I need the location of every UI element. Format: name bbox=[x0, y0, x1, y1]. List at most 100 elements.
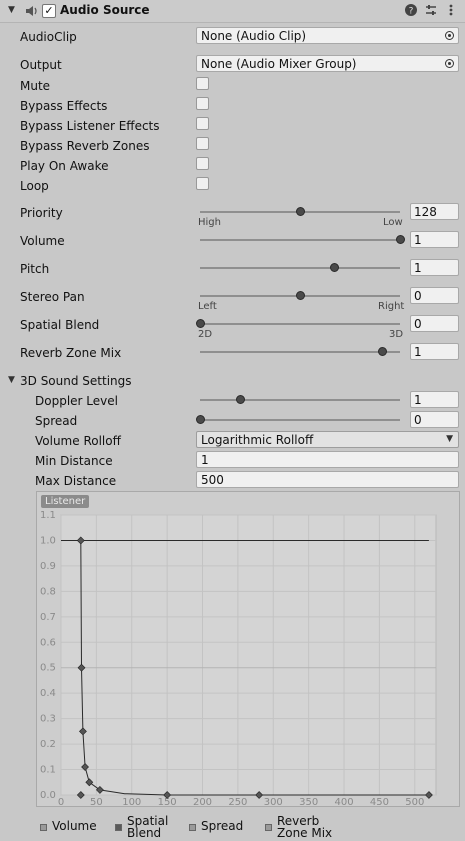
bypass-listener-effects-checkbox[interactable] bbox=[196, 117, 209, 130]
max-distance-label: Max Distance bbox=[35, 474, 117, 488]
spread-row: Spread 0 bbox=[0, 411, 465, 431]
spatial-blend-max-label: 3D bbox=[389, 329, 404, 340]
y-tick-label: 0.8 bbox=[40, 586, 56, 597]
component-header[interactable]: ▼ ✓ Audio Source ? bbox=[0, 0, 465, 23]
doppler-level-row: Doppler Level 1 bbox=[0, 391, 465, 411]
audio-clip-field[interactable]: None (Audio Clip) bbox=[196, 27, 459, 44]
reverb-zone-mix-row: Reverb Zone Mix 1 bbox=[0, 343, 465, 363]
stereo-pan-min-label: Left bbox=[198, 301, 217, 312]
volume-slider-thumb[interactable] bbox=[395, 235, 405, 244]
priority-max-label: Low bbox=[383, 217, 403, 228]
rolloff-curve-svg[interactable]: 0 50 100 150 200 250 300 350 400 450 5000.00.10.20… bbox=[37, 492, 461, 808]
priority-slider-thumb[interactable] bbox=[295, 207, 305, 216]
spread-slider-thumb[interactable] bbox=[195, 415, 205, 424]
priority-row: Priority High Low 128 bbox=[0, 203, 465, 228]
volume-rolloff-value: Logarithmic Rolloff bbox=[201, 433, 314, 447]
bypass-listener-effects-row: Bypass Listener Effects bbox=[0, 116, 465, 136]
stereo-pan-slider-thumb[interactable] bbox=[295, 291, 305, 300]
y-tick-label: 0.6 bbox=[40, 637, 56, 648]
doppler-level-slider-track[interactable] bbox=[200, 399, 400, 401]
play-on-awake-checkbox[interactable] bbox=[196, 157, 209, 170]
listener-badge: Listener bbox=[41, 495, 90, 508]
output-value: None (Audio Mixer Group) bbox=[201, 57, 357, 71]
max-distance-row: Max Distance 500 bbox=[0, 471, 465, 491]
doppler-level-label: Doppler Level bbox=[35, 394, 118, 408]
audio-clip-label: AudioClip bbox=[20, 30, 77, 44]
help-icon[interactable]: ? bbox=[404, 3, 418, 17]
min-distance-label: Min Distance bbox=[35, 454, 113, 468]
x-tick-label: 350 bbox=[299, 797, 318, 808]
y-tick-label: 0.2 bbox=[40, 739, 56, 750]
spread-slider-track[interactable] bbox=[200, 419, 400, 421]
component-enabled-checkbox[interactable]: ✓ bbox=[42, 4, 56, 18]
legend-label: Volume bbox=[52, 819, 97, 833]
loop-checkbox[interactable] bbox=[196, 177, 209, 190]
priority-label: Priority bbox=[20, 206, 63, 220]
play-on-awake-label: Play On Awake bbox=[20, 159, 109, 173]
output-field[interactable]: None (Audio Mixer Group) bbox=[196, 55, 459, 72]
object-picker-icon[interactable] bbox=[445, 59, 454, 68]
mute-checkbox[interactable] bbox=[196, 77, 209, 90]
speaker-icon bbox=[26, 6, 37, 16]
x-tick-label: 250 bbox=[228, 797, 247, 808]
collapse-triangle-icon[interactable]: ▼ bbox=[8, 5, 15, 15]
x-tick-label: 450 bbox=[370, 797, 389, 808]
rolloff-curve-graph[interactable]: 0 50 100 150 200 250 300 350 400 450 500 0.0 0.1 0.2 0… bbox=[36, 491, 461, 808]
x-tick-label: 0 bbox=[58, 797, 64, 808]
volume-label: Volume bbox=[20, 234, 65, 248]
spatial-blend-slider-track[interactable] bbox=[200, 323, 400, 325]
legend-swatch bbox=[40, 824, 47, 831]
y-tick-label: 0.4 bbox=[40, 688, 56, 699]
bypass-reverb-zones-label: Bypass Reverb Zones bbox=[20, 139, 150, 153]
foldout-triangle-icon[interactable]: ▼ bbox=[8, 375, 15, 385]
doppler-level-input[interactable]: 1 bbox=[410, 391, 459, 408]
spatial-blend-min-label: 2D bbox=[198, 329, 213, 340]
legend-label: Reverb Zone Mix bbox=[277, 814, 333, 840]
reverb-zone-mix-slider-thumb[interactable] bbox=[377, 347, 387, 356]
output-label: Output bbox=[20, 58, 62, 72]
priority-input[interactable]: 128 bbox=[410, 203, 459, 220]
y-tick-label: 0.5 bbox=[40, 663, 56, 674]
spatial-blend-slider-thumb[interactable] bbox=[195, 319, 205, 328]
audio-clip-row: AudioClip None (Audio Clip) bbox=[0, 27, 465, 47]
max-distance-input[interactable]: 500 bbox=[196, 471, 459, 488]
output-row: Output None (Audio Mixer Group) bbox=[0, 55, 465, 75]
pitch-label: Pitch bbox=[20, 262, 50, 276]
reverb-zone-mix-input[interactable]: 1 bbox=[410, 343, 459, 360]
x-tick-label: 400 bbox=[334, 797, 353, 808]
3d-sound-settings-header[interactable]: ▼ 3D Sound Settings bbox=[0, 371, 465, 391]
stereo-pan-input[interactable]: 0 bbox=[410, 287, 459, 304]
y-tick-label: 1.1 bbox=[40, 510, 56, 521]
bypass-effects-label: Bypass Effects bbox=[20, 99, 108, 113]
x-tick-label: 100 bbox=[122, 797, 141, 808]
preset-settings-icon[interactable] bbox=[424, 3, 438, 17]
spread-input[interactable]: 0 bbox=[410, 411, 459, 428]
pitch-slider-thumb[interactable] bbox=[329, 263, 339, 272]
spatial-blend-input[interactable]: 0 bbox=[410, 315, 459, 332]
context-menu-icon[interactable] bbox=[444, 3, 458, 17]
3d-sound-settings-label: 3D Sound Settings bbox=[20, 374, 132, 388]
volume-slider-track[interactable] bbox=[200, 239, 400, 241]
volume-rolloff-dropdown[interactable]: Logarithmic Rolloff ▼ bbox=[196, 431, 459, 448]
doppler-level-slider-thumb[interactable] bbox=[235, 395, 245, 404]
x-tick-label: 50 bbox=[90, 797, 103, 808]
pitch-input[interactable]: 1 bbox=[410, 259, 459, 276]
min-distance-input[interactable]: 1 bbox=[196, 451, 459, 468]
reverb-zone-mix-slider-track[interactable] bbox=[200, 351, 400, 353]
volume-rolloff-label: Volume Rolloff bbox=[35, 434, 121, 448]
volume-row: Volume 1 bbox=[0, 231, 465, 251]
volume-input[interactable]: 1 bbox=[410, 231, 459, 248]
y-tick-label: 0.0 bbox=[40, 790, 56, 801]
bypass-effects-row: Bypass Effects bbox=[0, 96, 465, 116]
play-on-awake-row: Play On Awake bbox=[0, 156, 465, 176]
priority-min-label: High bbox=[198, 217, 221, 228]
object-picker-icon[interactable] bbox=[445, 31, 454, 40]
legend-swatch bbox=[189, 824, 196, 831]
bypass-reverb-zones-checkbox[interactable] bbox=[196, 137, 209, 150]
spatial-blend-label: Spatial Blend bbox=[20, 318, 100, 332]
bypass-effects-checkbox[interactable] bbox=[196, 97, 209, 110]
pitch-slider-track[interactable] bbox=[200, 267, 400, 269]
stereo-pan-row: Stereo Pan Left Right 0 bbox=[0, 287, 465, 312]
y-tick-label: 0.3 bbox=[40, 714, 56, 725]
reverb-zone-mix-label: Reverb Zone Mix bbox=[20, 346, 122, 360]
